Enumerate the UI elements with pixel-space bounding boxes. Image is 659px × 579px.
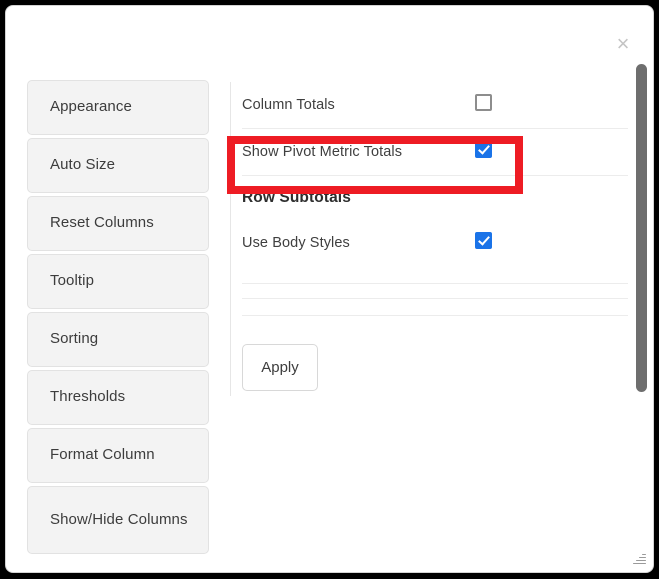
sidebar-item-label: Show/Hide Columns — [50, 510, 188, 528]
panel-divider — [242, 315, 628, 316]
screen: × Appearance Auto Size Reset Columns Too… — [0, 0, 659, 579]
option-row-column-totals: Column Totals — [242, 82, 630, 128]
settings-category-sidebar: Appearance Auto Size Reset Columns Toolt… — [27, 80, 209, 557]
apply-button[interactable]: Apply — [242, 344, 318, 391]
sidebar-item-label: Sorting — [50, 330, 99, 348]
sidebar-item-label: Format Column — [50, 446, 155, 464]
sidebar-item-sorting[interactable]: Sorting — [27, 312, 209, 367]
panel-divider — [242, 283, 628, 284]
sidebar-item-label: Tooltip — [50, 272, 95, 290]
resize-grip-icon[interactable] — [632, 551, 646, 565]
sidebar-item-label: Appearance — [50, 98, 132, 116]
sidebar-item-tooltip[interactable]: Tooltip — [27, 254, 209, 309]
use-body-styles-checkbox[interactable] — [475, 232, 492, 249]
settings-panel: Column Totals Show Pivot Metric Totals R… — [242, 82, 630, 391]
vertical-scrollbar-thumb[interactable] — [636, 64, 647, 392]
show-pivot-metric-totals-checkbox[interactable] — [475, 141, 492, 158]
sidebar-item-label: Auto Size — [50, 156, 116, 174]
option-row-use-body-styles: Use Body Styles — [242, 220, 630, 266]
sidebar-item-label: Reset Columns — [50, 214, 154, 232]
sidebar-item-label: Thresholds — [50, 388, 126, 406]
apply-button-wrap: Apply — [242, 344, 630, 391]
column-totals-checkbox-wrap — [475, 94, 492, 116]
use-body-styles-checkbox-wrap — [475, 232, 492, 254]
sidebar-item-reset-columns[interactable]: Reset Columns — [27, 196, 209, 251]
row-subtotals-heading: Row Subtotals — [242, 189, 351, 206]
sidebar-item-format-column[interactable]: Format Column — [27, 428, 209, 483]
option-label: Column Totals — [242, 97, 335, 113]
option-row-show-pivot-metric-totals: Show Pivot Metric Totals — [242, 129, 630, 175]
sidebar-panel-divider — [230, 82, 231, 396]
show-pivot-metric-totals-checkbox-wrap — [475, 141, 492, 163]
sidebar-item-show-hide-columns[interactable]: Show/Hide Columns — [27, 486, 209, 554]
close-icon[interactable]: × — [611, 32, 635, 56]
sidebar-item-auto-size[interactable]: Auto Size — [27, 138, 209, 193]
sidebar-item-appearance[interactable]: Appearance — [27, 80, 209, 135]
panel-divider — [242, 298, 628, 299]
column-totals-checkbox[interactable] — [475, 94, 492, 111]
settings-dialog: × Appearance Auto Size Reset Columns Too… — [5, 5, 654, 573]
option-label: Use Body Styles — [242, 235, 350, 251]
sidebar-item-thresholds[interactable]: Thresholds — [27, 370, 209, 425]
option-label: Show Pivot Metric Totals — [242, 144, 403, 160]
